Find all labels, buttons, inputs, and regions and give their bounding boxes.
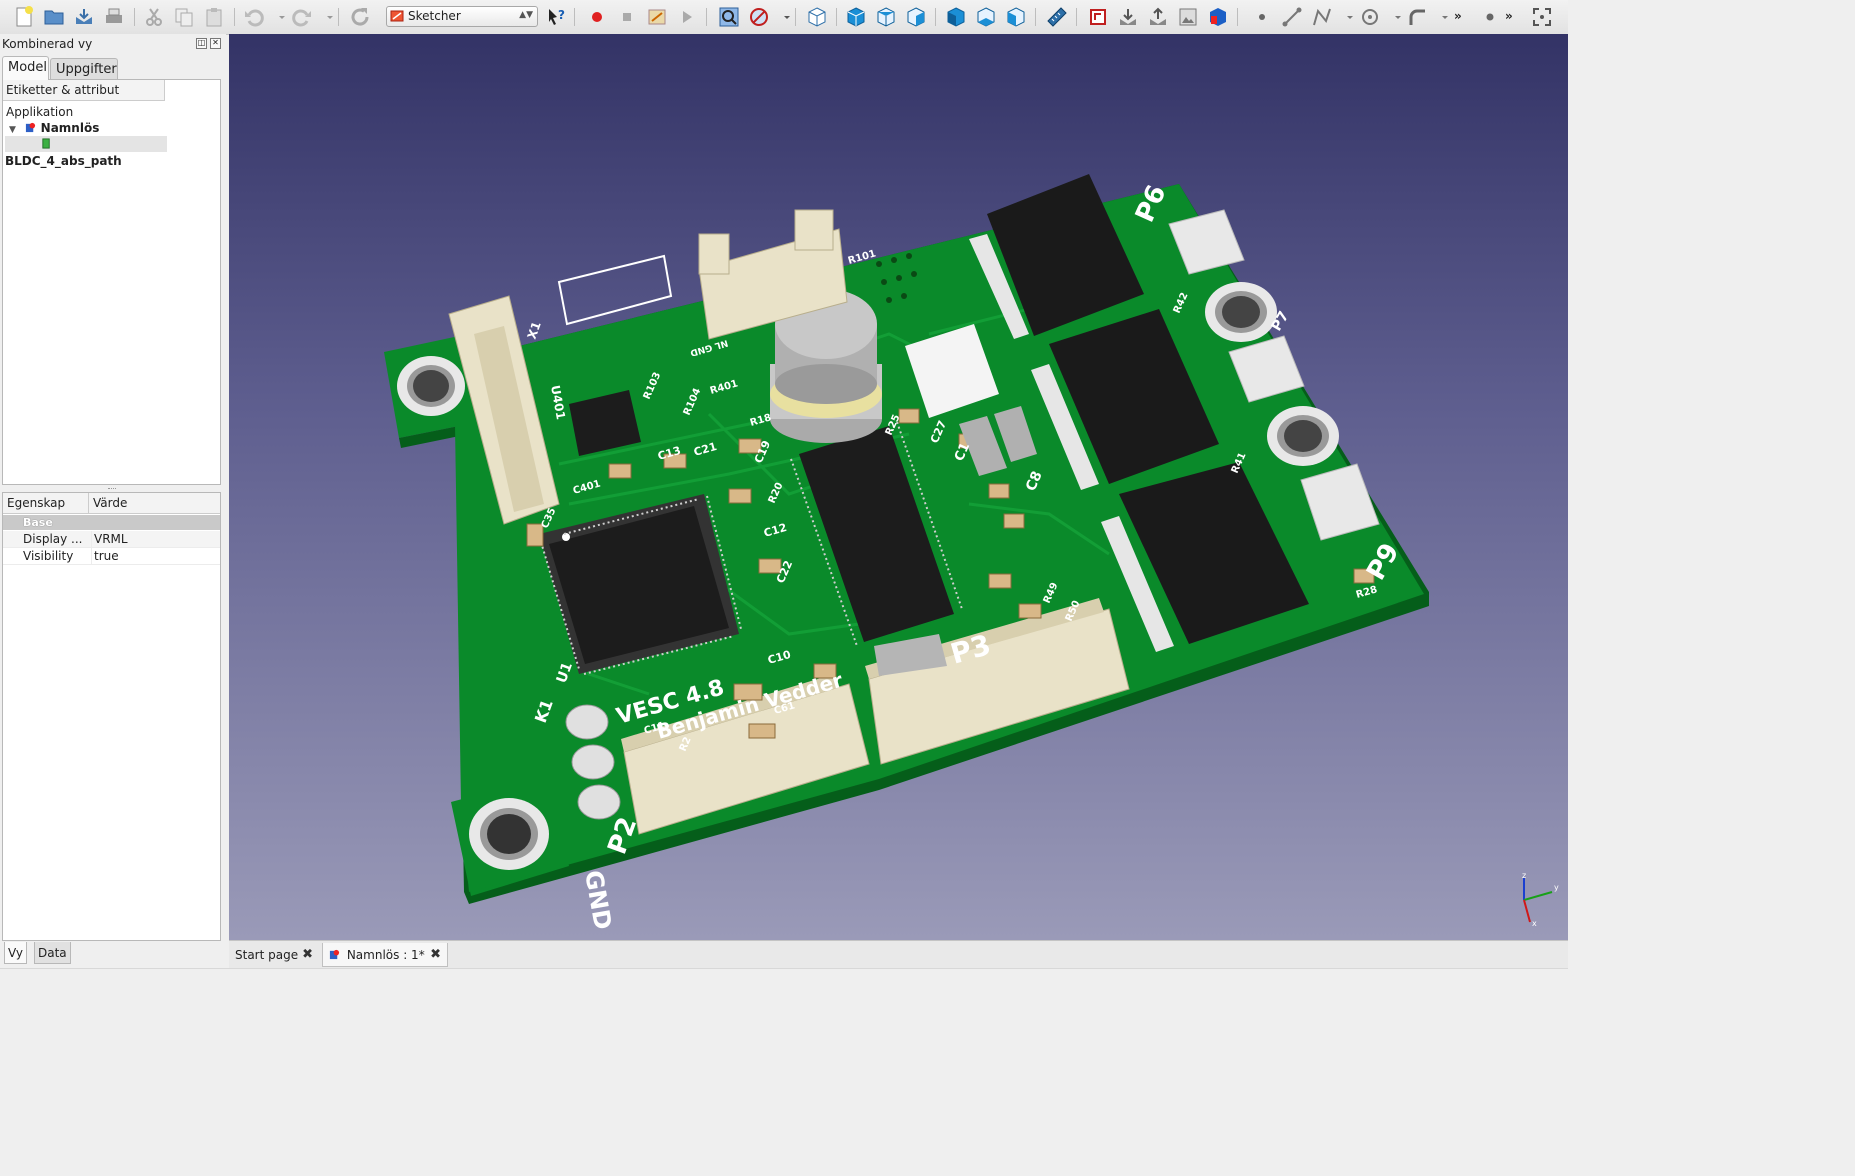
save-icon[interactable] xyxy=(72,5,96,29)
col-property: Egenskap xyxy=(3,493,89,514)
document-label: Namnlös xyxy=(40,121,100,135)
label-gnd: GND xyxy=(579,868,617,932)
print-icon[interactable] xyxy=(102,5,126,29)
tab-uppgifter[interactable]: Uppgifter xyxy=(50,58,118,80)
mesh-object-icon xyxy=(41,137,53,153)
mounting-hole xyxy=(397,356,465,416)
tab-vy[interactable]: Vy xyxy=(4,942,27,964)
workbench-selector[interactable]: Sketcher ▲▼ xyxy=(386,6,538,27)
axis-y-label: y xyxy=(1554,883,1559,892)
main-toolbar: Sketcher ▲▼ ? » » xyxy=(0,0,1568,35)
circle-dropdown-icon[interactable] xyxy=(1386,5,1401,29)
float-panel-icon[interactable]: ◫ xyxy=(196,38,207,49)
pcb-3d-model: VESC 4.8 Benjamin Vedder P2 P3 P6 P7 P9 … xyxy=(384,174,1429,932)
property-value[interactable]: VRML xyxy=(91,531,128,548)
toolbar-overflow-1[interactable]: » xyxy=(1454,9,1462,23)
property-group-base: Base xyxy=(3,515,220,530)
fillet-icon[interactable] xyxy=(1405,5,1429,29)
tree-item-object[interactable]: BLDC_4_abs_path xyxy=(5,136,167,168)
combo-view-panel: Kombinerad vy ◫ ✕ Model Uppgifter Etiket… xyxy=(0,34,226,968)
close-panel-icon[interactable]: ✕ xyxy=(210,38,221,49)
tree-view: Etiketter & attribut Applikation ▼ Namnl… xyxy=(2,79,221,485)
import-icon[interactable] xyxy=(1116,5,1140,29)
chevron-updown-icon: ▲▼ xyxy=(519,10,533,20)
right-view-icon[interactable] xyxy=(904,5,928,29)
combo-view-title: Kombinerad vy xyxy=(2,37,93,51)
front-view-icon[interactable] xyxy=(844,5,868,29)
close-icon[interactable]: ✖ xyxy=(302,943,313,967)
property-row[interactable]: Display ... VRML xyxy=(3,531,220,548)
shape-binder-icon[interactable] xyxy=(1206,5,1230,29)
axis-x-label: x xyxy=(1532,919,1537,928)
polyline-dropdown-icon[interactable] xyxy=(1338,5,1353,29)
undo-icon[interactable] xyxy=(242,5,266,29)
redo-icon[interactable] xyxy=(290,5,314,29)
mounting-hole xyxy=(1205,282,1277,342)
tab-namnlos-label: Namnlös : 1* xyxy=(346,948,425,962)
svg-text:?: ? xyxy=(558,8,565,22)
record-macro-icon[interactable] xyxy=(585,5,609,29)
workbench-label: Sketcher xyxy=(408,9,461,23)
edit-macro-icon[interactable] xyxy=(645,5,669,29)
measure-icon[interactable] xyxy=(1045,5,1069,29)
new-document-icon[interactable] xyxy=(12,5,36,29)
isometric-view-icon[interactable] xyxy=(805,5,829,29)
line-icon[interactable] xyxy=(1280,5,1304,29)
document-icon xyxy=(329,944,343,968)
axis-z-label: z xyxy=(1522,871,1526,880)
tab-model[interactable]: Model xyxy=(2,56,49,80)
export-icon[interactable] xyxy=(1146,5,1170,29)
open-folder-icon[interactable] xyxy=(42,5,66,29)
property-row[interactable]: Visibility true xyxy=(3,548,220,565)
redo-dropdown-icon[interactable] xyxy=(318,5,333,29)
cut-icon[interactable] xyxy=(142,5,166,29)
fit-selection-icon[interactable] xyxy=(1530,5,1554,29)
object-label: BLDC_4_abs_path xyxy=(5,153,122,168)
toolbar-overflow-2[interactable]: » xyxy=(1505,9,1513,23)
tab-start-page[interactable]: Start page ✖ xyxy=(229,943,319,967)
tab-data[interactable]: Data xyxy=(34,942,71,964)
axis-cross: z y x xyxy=(1522,871,1559,928)
paste-icon[interactable] xyxy=(202,5,226,29)
status-bar xyxy=(0,968,1568,995)
col-value: Värde xyxy=(89,493,220,514)
constraint-point-icon[interactable] xyxy=(1478,5,1502,29)
tab-start-page-label: Start page xyxy=(235,948,299,962)
whats-this-icon[interactable]: ? xyxy=(544,5,568,29)
left-view-icon[interactable] xyxy=(1004,5,1028,29)
tree-root-label: Applikation xyxy=(6,105,74,119)
label-x1: X1 xyxy=(525,320,544,341)
property-key: Visibility xyxy=(23,549,74,563)
sketcher-icon xyxy=(390,9,404,23)
circle-icon[interactable] xyxy=(1358,5,1382,29)
fit-all-icon[interactable] xyxy=(717,5,741,29)
fillet-dropdown-icon[interactable] xyxy=(1433,5,1448,29)
polyline-icon[interactable] xyxy=(1310,5,1334,29)
property-value[interactable]: true xyxy=(91,548,119,565)
mounting-hole xyxy=(469,798,549,870)
render-image-icon[interactable] xyxy=(1176,5,1200,29)
rear-view-icon[interactable] xyxy=(944,5,968,29)
stop-macro-icon[interactable] xyxy=(615,5,639,29)
mounting-hole xyxy=(1267,406,1339,466)
document-icon xyxy=(25,121,37,137)
3d-viewport[interactable]: VESC 4.8 Benjamin Vedder P2 P3 P6 P7 P9 … xyxy=(229,34,1568,940)
draw-style-icon[interactable] xyxy=(747,5,771,29)
copy-icon[interactable] xyxy=(172,5,196,29)
run-macro-icon[interactable] xyxy=(675,5,699,29)
refresh-icon[interactable] xyxy=(348,5,372,29)
tree-header: Etiketter & attribut xyxy=(3,80,165,101)
undo-dropdown-icon[interactable] xyxy=(270,5,285,29)
point-icon[interactable] xyxy=(1250,5,1274,29)
tree-item-document[interactable]: ▼ Namnlös xyxy=(9,120,99,136)
tab-namnlos[interactable]: Namnlös : 1* ✖ xyxy=(322,943,448,967)
bottom-view-icon[interactable] xyxy=(974,5,998,29)
top-view-icon[interactable] xyxy=(874,5,898,29)
property-key: Display ... xyxy=(23,532,83,546)
close-icon[interactable]: ✖ xyxy=(430,943,441,967)
property-view: Egenskap Värde Base Display ... VRML Vis… xyxy=(2,492,221,941)
draw-style-dropdown-icon[interactable] xyxy=(775,5,790,29)
document-tab-bar: Start page ✖ Namnlös : 1* ✖ xyxy=(229,940,1568,969)
create-part-icon[interactable] xyxy=(1086,5,1110,29)
